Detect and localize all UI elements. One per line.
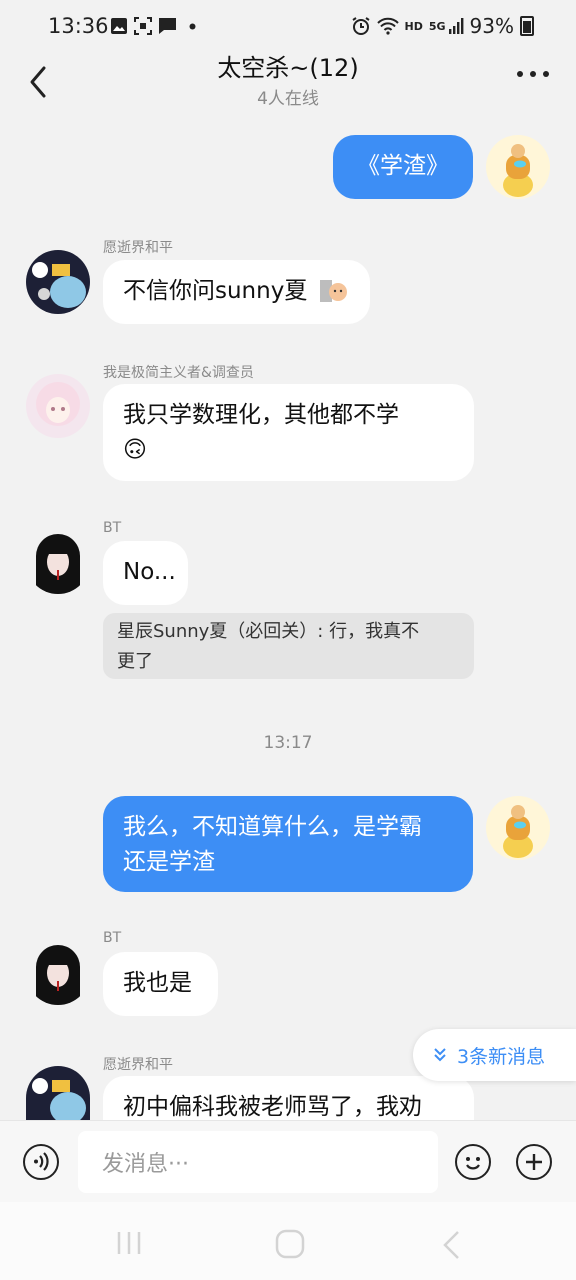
more-icon[interactable] — [516, 66, 550, 82]
signal-icon — [448, 18, 463, 34]
network-label: 5G — [428, 19, 446, 33]
wifi-icon — [376, 17, 399, 35]
system-back-icon[interactable] — [440, 1230, 462, 1260]
new-messages-button[interactable]: 3条新消息 — [413, 1029, 576, 1081]
plus-icon[interactable] — [516, 1144, 552, 1180]
quote-text-cont: 更了 — [117, 651, 153, 672]
sender-avatar[interactable] — [26, 374, 90, 438]
quote-text: 星辰Sunny夏（必回关）: 行，我真不 — [117, 621, 420, 642]
voice-icon[interactable] — [23, 1144, 59, 1180]
quoted-reply[interactable]: 星辰Sunny夏（必回关）: 行，我真不 更了 — [103, 613, 474, 679]
sender-name: 愿逝界和平 — [103, 1057, 173, 1073]
avatar-crewmate-image — [503, 805, 533, 858]
status-right: HD 5G 93% — [351, 14, 534, 38]
sender-name: 愿逝界和平 — [103, 240, 173, 256]
my-message-bubble[interactable]: 《学渣》 — [333, 135, 473, 199]
input-bar: 发消息··· — [0, 1120, 576, 1203]
status-time: 13:36 — [48, 14, 109, 38]
message-input[interactable]: 发消息··· — [78, 1131, 438, 1193]
chat-header: 太空杀~(12) 4人在线 — [0, 52, 576, 116]
chat-title[interactable]: 太空杀~(12) — [0, 48, 576, 83]
hd-label: HD — [404, 19, 423, 33]
screenshot-icon — [134, 17, 152, 35]
message-text: No... — [123, 559, 176, 585]
my-avatar[interactable] — [486, 135, 550, 199]
status-bar: 13:36 HD 5G 93% — [0, 0, 576, 52]
emoji-icon[interactable] — [455, 1144, 491, 1180]
message-text: 不信你问sunny夏 — [123, 278, 308, 304]
notification-dot-icon — [189, 23, 196, 30]
message-emoji: 🙃 — [123, 437, 147, 463]
battery-percent: 93% — [469, 14, 514, 38]
message-text: 《学渣》 — [357, 153, 449, 179]
message-text-cont: 还是学渣 — [123, 849, 215, 875]
gallery-icon — [111, 18, 127, 34]
message-text: 我也是 — [123, 970, 192, 996]
sender-name: 我是极简主义者&调查员 — [103, 365, 254, 381]
sender-avatar[interactable] — [26, 941, 90, 1005]
home-icon[interactable] — [274, 1228, 306, 1260]
message-icon — [159, 18, 176, 34]
message-bubble[interactable]: 不信你问sunny夏 — [103, 260, 370, 324]
sender-avatar[interactable] — [26, 1066, 90, 1120]
message-bubble[interactable]: No... — [103, 541, 188, 605]
recents-icon[interactable] — [115, 1230, 143, 1256]
message-input-placeholder: 发消息··· — [102, 1152, 189, 1177]
message-bubble[interactable]: 初中偏科我被老师骂了，我劝 — [103, 1076, 474, 1120]
avatar-image — [36, 534, 80, 594]
avatar-image — [36, 382, 80, 426]
sender-name: BT — [103, 520, 122, 536]
message-text: 初中偏科我被老师骂了，我劝 — [123, 1094, 422, 1120]
sender-name: BT — [103, 930, 122, 946]
message-text: 我只学数理化，其他都不学 — [123, 402, 399, 428]
battery-icon — [520, 16, 534, 36]
new-messages-label: 3条新消息 — [457, 1045, 546, 1068]
avatar-image — [36, 945, 80, 1005]
avatar-image — [32, 1078, 86, 1120]
message-text: 我么，不知道算什么，是学霸 — [123, 814, 422, 840]
alarm-icon — [351, 17, 370, 35]
my-avatar[interactable] — [486, 796, 550, 860]
online-count: 4人在线 — [257, 89, 319, 109]
message-bubble[interactable]: 我只学数理化，其他都不学 🙃 — [103, 384, 474, 481]
sender-avatar[interactable] — [26, 250, 90, 314]
timestamp: 13:17 — [263, 733, 313, 753]
message-bubble[interactable]: 我也是 — [103, 952, 218, 1016]
sender-avatar[interactable] — [26, 530, 90, 594]
sticker-emoji — [320, 280, 347, 302]
avatar-crewmate-image — [503, 144, 533, 197]
system-nav-bar — [0, 1202, 576, 1280]
avatar-image — [32, 262, 86, 308]
chevron-double-down-icon — [434, 1048, 446, 1062]
my-message-bubble[interactable]: 我么，不知道算什么，是学霸 还是学渣 — [103, 796, 473, 892]
